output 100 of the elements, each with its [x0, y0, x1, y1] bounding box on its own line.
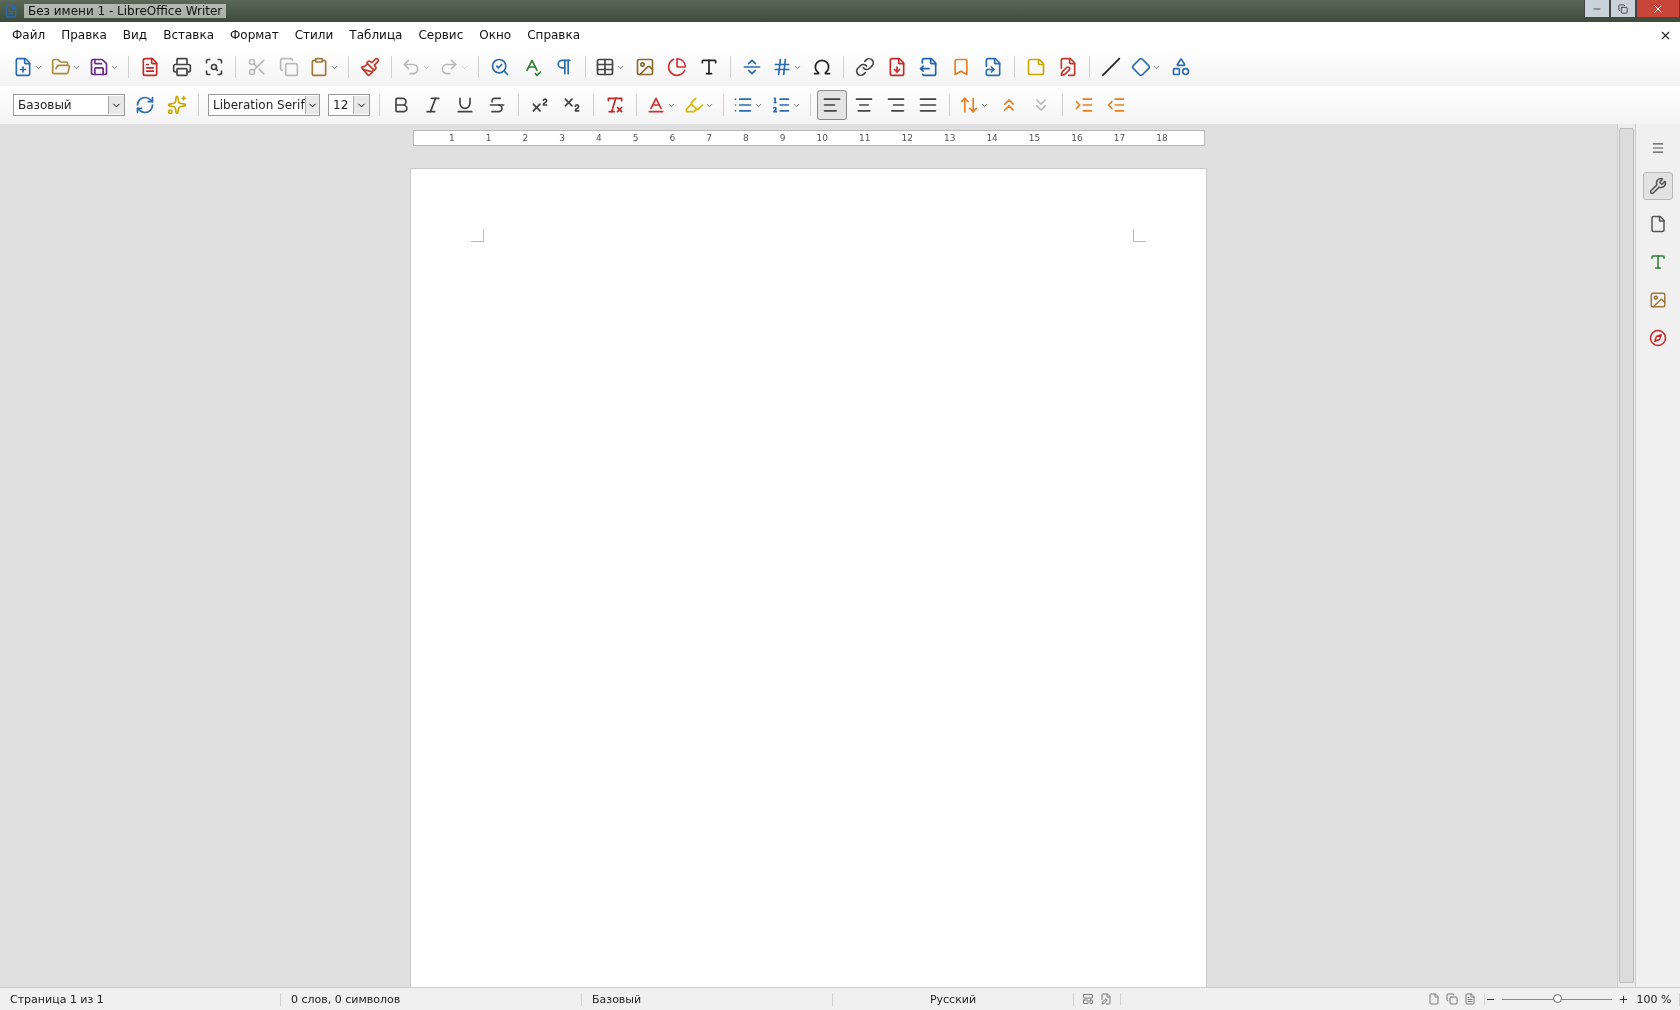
ruler-number: 1	[449, 133, 455, 143]
ruler-number: 15	[1028, 133, 1041, 143]
pilcrow-icon	[554, 57, 574, 77]
ruler-number: 13	[943, 133, 956, 143]
zoom-thumb[interactable]	[1553, 993, 1562, 1003]
properties-button[interactable]	[1643, 172, 1673, 200]
document-icon	[4, 4, 18, 18]
sticky-note-icon	[1026, 57, 1046, 77]
document-modified-icon	[1100, 993, 1112, 1005]
text-box-icon	[699, 57, 719, 77]
ruler-number: 12	[901, 133, 913, 143]
link-icon	[855, 57, 875, 77]
hash-icon	[772, 57, 792, 77]
paintbrush-icon	[360, 57, 380, 77]
printer-icon	[172, 57, 192, 77]
ruler-number: 10	[816, 133, 828, 143]
menu-item[interactable]: Правка	[53, 28, 115, 42]
menu-item[interactable]: Сервис	[410, 28, 472, 42]
page-style: Базовый	[582, 992, 833, 1006]
ruler-number: 5	[632, 133, 639, 143]
margin-corner-mark	[1133, 229, 1146, 242]
wrench-icon	[1649, 177, 1667, 195]
pencil-page-icon	[1058, 57, 1078, 77]
search-icon	[490, 57, 510, 77]
bookmark-icon	[951, 57, 971, 77]
ruler-number: 1	[485, 133, 492, 143]
diamond-icon	[1131, 57, 1151, 77]
dropdown-button[interactable]	[304, 96, 319, 114]
indent-increase-icon	[1074, 95, 1094, 115]
redo-icon	[439, 57, 459, 77]
line-spacing-icon	[959, 95, 979, 115]
folder-icon	[51, 57, 71, 77]
vertical-scrollbar[interactable]	[1617, 124, 1635, 987]
font-color-icon	[646, 95, 666, 115]
italic-icon	[423, 95, 443, 115]
ruler-number: 17	[1113, 133, 1126, 143]
zoom-level: 100 %	[1629, 992, 1680, 1006]
cross-reference-icon	[983, 57, 1003, 77]
ruler-number: 2	[522, 133, 529, 143]
minimize-button[interactable]	[1584, 0, 1610, 18]
ruler-number: 14	[986, 133, 998, 143]
clear-formatting-icon	[605, 95, 625, 115]
restore-icon	[1618, 3, 1628, 14]
sparkle-icon	[167, 95, 187, 115]
align-center-icon	[854, 95, 874, 115]
ruler-number: 9	[779, 133, 786, 143]
ruler-number: 16	[1071, 133, 1083, 143]
font-size-field[interactable]: 12	[328, 94, 370, 116]
restore-button[interactable]	[1610, 0, 1636, 18]
image-icon	[635, 57, 655, 77]
window-title: Без имени 1 - LibreOffice Writer	[24, 4, 227, 18]
menu-icon	[1651, 141, 1665, 155]
copy-icon	[279, 57, 299, 77]
omega-icon	[812, 57, 832, 77]
compass-icon	[1649, 329, 1667, 347]
page-count: Страница 1 из 1	[0, 992, 281, 1006]
strikethrough-icon	[487, 95, 507, 115]
text-style-icon	[1649, 253, 1667, 271]
justify-icon	[918, 95, 938, 115]
indent-decrease-icon	[1106, 95, 1126, 115]
ruler-number: 11	[858, 133, 871, 143]
magnifier-page-icon	[204, 57, 224, 77]
menu-item[interactable]: Таблица	[341, 28, 411, 42]
paragraph-style-field[interactable]: Базовый	[13, 94, 125, 116]
align-left-button[interactable]	[817, 90, 847, 120]
endnote-icon	[919, 57, 939, 77]
language: Русский	[833, 992, 1074, 1006]
menu-item[interactable]: Стили	[286, 28, 342, 42]
menu-item[interactable]: Формат	[222, 28, 287, 42]
ruler-number: 4	[596, 133, 602, 143]
menu-item[interactable]: Окно	[471, 28, 520, 42]
margin-corner-mark	[471, 229, 484, 242]
subscript-icon	[562, 95, 582, 115]
single-page-view-icon[interactable]	[1428, 993, 1440, 1005]
scroll-thumb[interactable]	[1619, 128, 1634, 983]
menu-item[interactable]: Вид	[114, 28, 156, 42]
undo-icon	[401, 57, 421, 77]
align-left-icon	[822, 95, 842, 115]
underline-icon	[455, 95, 475, 115]
shapes-icon	[1171, 57, 1191, 77]
pdf-icon	[140, 57, 160, 77]
word-count: 0 слов, 0 символов	[281, 992, 582, 1006]
line-icon	[1101, 57, 1121, 77]
zoom-in-icon[interactable]	[1618, 993, 1629, 1005]
image-icon	[1649, 291, 1667, 309]
menu-item[interactable]: Справка	[519, 28, 589, 42]
scissors-icon	[247, 57, 267, 77]
refresh-icon	[135, 95, 155, 115]
font-name-field[interactable]: Liberation Serif	[208, 94, 320, 116]
align-right-icon	[886, 95, 906, 115]
clipboard-icon	[309, 57, 329, 77]
bullet-list-icon	[733, 95, 753, 115]
ruler-number: 7	[706, 133, 712, 143]
multi-page-view-icon[interactable]	[1446, 993, 1458, 1005]
superscript-icon	[530, 95, 550, 115]
menu-item[interactable]: Файл	[4, 28, 54, 42]
highlighter-icon	[684, 95, 704, 115]
menu-item[interactable]: Вставка	[155, 28, 222, 42]
file-plus-icon	[13, 57, 33, 77]
numbered-list-icon	[771, 95, 791, 115]
